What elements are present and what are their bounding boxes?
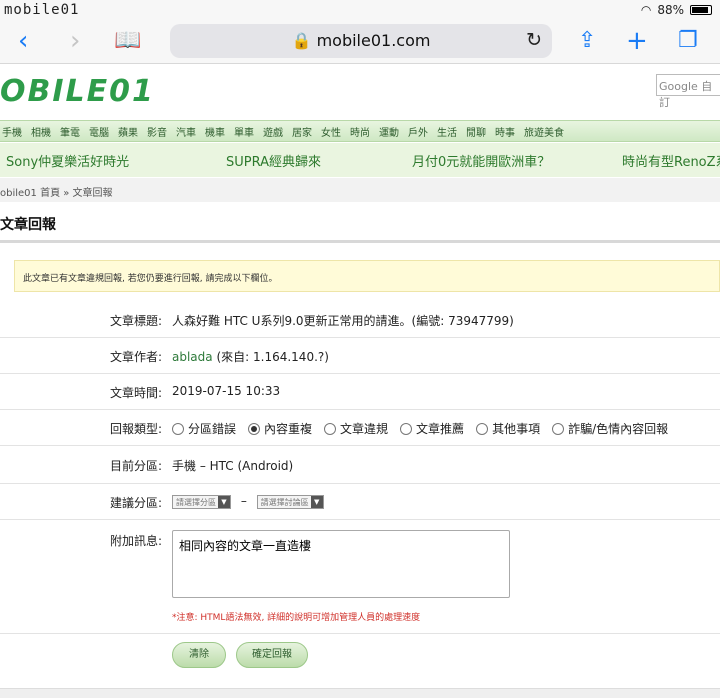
- category-link[interactable]: 機車: [205, 124, 225, 139]
- form-row-time: 文章時間: 2019-07-15 10:33: [0, 374, 720, 410]
- report-type-label: 內容重複: [264, 422, 313, 436]
- suggest-dash: –: [240, 494, 247, 508]
- footer-divider: [0, 688, 720, 698]
- radio-button[interactable]: [400, 423, 413, 435]
- author-link[interactable]: ablada: [172, 350, 213, 364]
- suggest-forum-select[interactable]: 請選擇分區 ▼: [172, 494, 231, 509]
- report-type-label: 文章推薦: [416, 422, 465, 436]
- form-row-author: 文章作者: ablada (來自: 1.164.140.?): [0, 338, 720, 374]
- bookmarks-icon[interactable]: 📖: [114, 26, 141, 56]
- category-link[interactable]: 單車: [234, 124, 254, 139]
- category-link[interactable]: 時尚: [350, 124, 370, 139]
- promo-link[interactable]: 月付0元就能開歐洲車？: [412, 151, 550, 170]
- category-link[interactable]: 旅遊美食: [524, 124, 564, 139]
- time-label: 文章時間:: [110, 386, 163, 400]
- category-link[interactable]: 影音: [147, 124, 167, 139]
- type-label: 回報類型:: [110, 422, 163, 436]
- forum-label: 目前分區:: [110, 459, 163, 473]
- promo-bar: Sony仲夏樂活好時光 SUPRA經典歸來 月付0元就能開歐洲車？ 時尚有型Re…: [0, 143, 720, 177]
- report-type-label: 其他事項: [492, 422, 541, 436]
- suggest-label: 建議分區:: [110, 496, 163, 510]
- report-type-option[interactable]: 內容重複: [248, 422, 312, 436]
- page-title: 文章回報: [0, 217, 56, 233]
- battery-icon: [690, 5, 712, 15]
- submit-report-button[interactable]: 確定回報: [236, 642, 308, 668]
- share-icon[interactable]: ⇪: [578, 26, 596, 56]
- author-from: (來自: 1.164.140.?): [216, 350, 329, 364]
- category-link[interactable]: 電腦: [89, 124, 109, 139]
- breadcrumb[interactable]: obile01 首頁 » 文章回報: [0, 178, 720, 202]
- new-tab-icon[interactable]: +: [626, 26, 648, 56]
- category-link[interactable]: 居家: [292, 124, 312, 139]
- radio-button[interactable]: [476, 423, 489, 435]
- status-carrier: mobile01: [4, 2, 80, 18]
- report-type-option[interactable]: 文章違規: [324, 422, 388, 436]
- radio-button[interactable]: [172, 423, 184, 435]
- report-type-label: 分區錯誤: [188, 422, 237, 436]
- site-header: OBILE01 Google 自訂: [0, 64, 720, 120]
- address-bar[interactable]: 🔒 mobile01.com ↻: [170, 24, 552, 58]
- radio-button[interactable]: [552, 423, 565, 435]
- category-link[interactable]: 汽車: [176, 124, 196, 139]
- status-bar: mobile01 ◠ 88%: [0, 0, 720, 22]
- browser-toolbar: ‹ › 📖 🔒 mobile01.com ↻ ⇪ + ❐: [0, 22, 720, 64]
- back-icon[interactable]: ‹: [18, 26, 28, 56]
- form-row-type: 回報類型: 分區錯誤 內容重複 文章違規 文章推薦 其他事項 詐騙/色情內容回報: [0, 410, 720, 446]
- tabs-icon[interactable]: ❐: [678, 26, 698, 56]
- site-logo[interactable]: OBILE01: [0, 74, 155, 109]
- category-link[interactable]: 相機: [31, 124, 51, 139]
- lock-icon: 🔒: [291, 31, 312, 50]
- reload-icon[interactable]: ↻: [526, 29, 542, 51]
- report-type-label: 詐騙/色情內容回報: [568, 422, 669, 436]
- report-type-option[interactable]: 詐騙/色情內容回報: [552, 422, 668, 436]
- title-value: 人森好難 HTC U系列9.0更新正常用的請進。(編號: 73947799): [172, 314, 514, 328]
- status-right: ◠ 88%: [641, 3, 712, 17]
- forward-icon[interactable]: ›: [70, 26, 80, 56]
- category-nav: 手機 相機 筆電 電腦 蘋果 影音 汽車 機車 單車 遊戲 居家 女性 時尚 運動 戶外 生活 閒聊 時事 旅遊美食: [0, 120, 720, 142]
- author-label: 文章作者:: [110, 350, 163, 364]
- wifi-icon: ◠: [640, 3, 652, 17]
- title-label: 文章標題:: [110, 314, 163, 328]
- report-type-label: 文章違規: [340, 422, 389, 436]
- category-link[interactable]: 戶外: [408, 124, 428, 139]
- clear-button[interactable]: 清除: [172, 642, 226, 668]
- category-link[interactable]: 筆電: [60, 124, 80, 139]
- notice-box: 此文章已有文章違規回報, 若您仍要進行回報, 請完成以下欄位。: [14, 260, 720, 292]
- category-link[interactable]: 生活: [437, 124, 457, 139]
- radio-button[interactable]: [324, 423, 337, 435]
- category-link[interactable]: 閒聊: [466, 124, 486, 139]
- chevron-down-icon: ▼: [310, 495, 323, 508]
- google-search-input[interactable]: Google 自訂: [656, 74, 720, 109]
- form-row-forum: 目前分區: 手機 – HTC (Android): [0, 446, 720, 484]
- report-type-option[interactable]: 文章推薦: [400, 422, 464, 436]
- radio-button[interactable]: [248, 423, 261, 435]
- category-link[interactable]: 遊戲: [263, 124, 283, 139]
- url-text: mobile01.com: [316, 31, 431, 50]
- forum-value: 手機 – HTC (Android): [172, 459, 294, 473]
- promo-link[interactable]: SUPRA經典歸來: [226, 151, 321, 170]
- form-row-title: 文章標題: 人森好難 HTC U系列9.0更新正常用的請進。(編號: 73947…: [0, 302, 720, 338]
- chevron-down-icon: ▼: [218, 495, 230, 508]
- report-type-option[interactable]: 其他事項: [476, 422, 540, 436]
- category-link[interactable]: 女性: [321, 124, 341, 139]
- category-link[interactable]: 蘋果: [118, 124, 138, 139]
- battery-percent: 88%: [657, 3, 684, 17]
- category-link[interactable]: 手機: [2, 124, 22, 139]
- suggest-board-select[interactable]: 請選擇討論區 ▼: [256, 494, 324, 509]
- html-warning: *注意: HTML語法無效, 詳細的說明可增加管理人員的處理速度: [172, 613, 421, 623]
- title-divider: [0, 240, 720, 243]
- time-value: 2019-07-15 10:33: [172, 384, 281, 398]
- promo-link[interactable]: 時尚有型RenoZ系: [622, 151, 720, 170]
- category-link[interactable]: 時事: [495, 124, 515, 139]
- report-type-group: 分區錯誤 內容重複 文章違規 文章推薦 其他事項 詐騙/色情內容回報: [172, 420, 680, 437]
- message-textarea[interactable]: [172, 530, 510, 598]
- category-link[interactable]: 運動: [379, 124, 399, 139]
- report-type-option[interactable]: 分區錯誤: [172, 422, 236, 436]
- message-label: 附加訊息:: [110, 534, 163, 548]
- promo-link[interactable]: Sony仲夏樂活好時光: [6, 151, 129, 170]
- form-row-suggest: 建議分區: 請選擇分區 ▼ – 請選擇討論區 ▼: [0, 484, 720, 520]
